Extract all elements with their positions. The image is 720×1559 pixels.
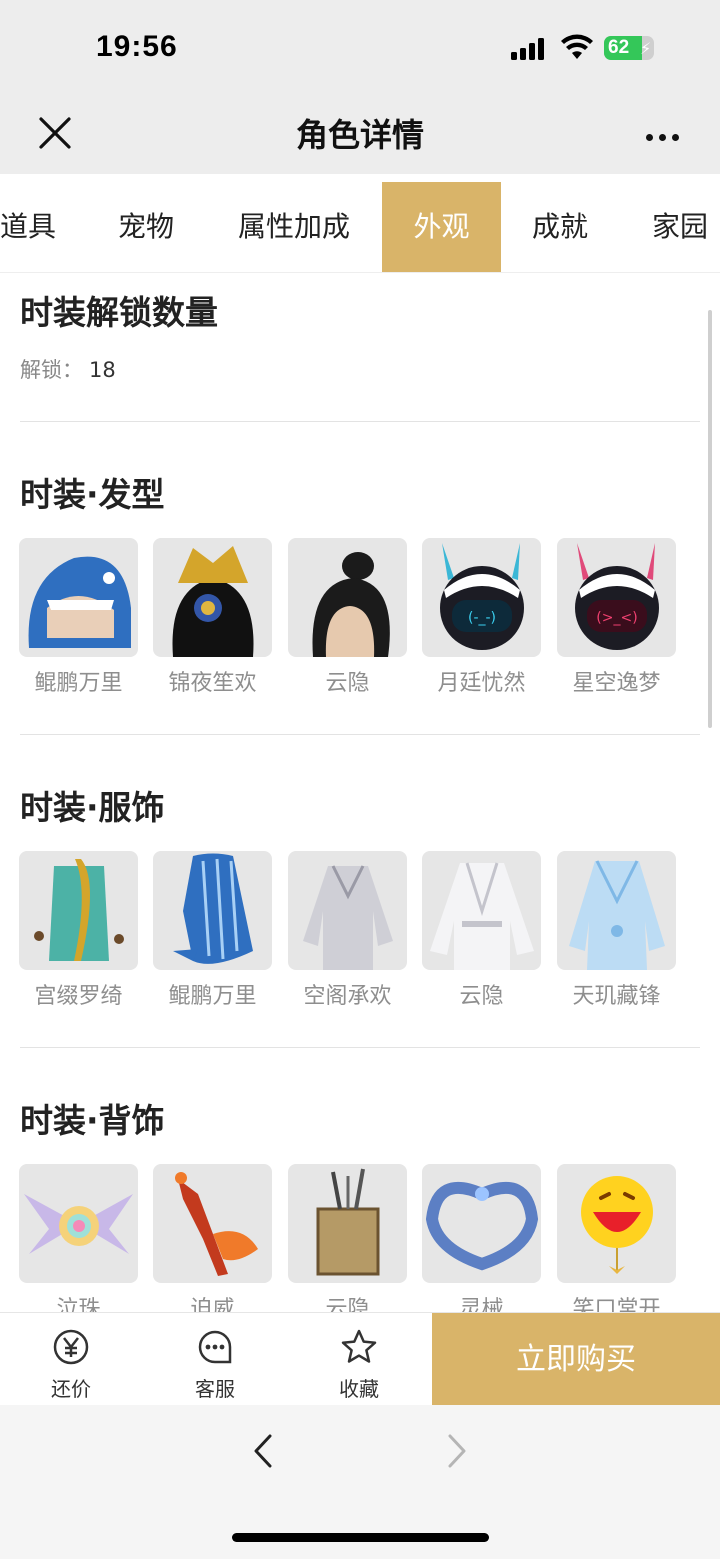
outfit-thumbnail (557, 851, 676, 970)
more-options-icon[interactable] (646, 126, 685, 145)
divider (20, 734, 700, 735)
tab-attribute-bonus[interactable]: 属性加成 (228, 182, 360, 272)
outfit-thumbnail (19, 851, 138, 970)
list-item[interactable]: 空阁承欢 (288, 851, 408, 1010)
list-item[interactable]: 灵械 (422, 1164, 542, 1312)
back-thumbnail (422, 1164, 541, 1283)
item-label: 空阁承欢 (303, 984, 392, 1009)
item-label: 云隐 (459, 984, 504, 1009)
hair-thumbnail: (-_-) (422, 538, 541, 657)
item-label: 天玑藏锋 (572, 984, 661, 1009)
status-time: 19:56 (96, 30, 178, 63)
item-label: 云隐 (325, 671, 370, 696)
item-label: 月廷忧然 (437, 671, 526, 696)
item-label: 锦夜笙欢 (168, 671, 257, 696)
bottom-action-bar: 还价 客服 收藏 立即购买 (0, 1312, 720, 1406)
unlock-label: 解锁： (20, 358, 83, 382)
back-thumbnail (19, 1164, 138, 1283)
divider (20, 421, 700, 422)
bargain-label: 还价 (51, 1377, 91, 1401)
tab-achievements[interactable]: 成就 (522, 182, 598, 272)
hair-thumbnail (153, 538, 272, 657)
list-item[interactable]: 宫缀罗绮 (19, 851, 139, 1010)
favorite-label: 收藏 (339, 1377, 379, 1401)
list-item[interactable]: 锦夜笙欢 (153, 538, 273, 697)
forward-arrow-icon[interactable] (444, 1433, 470, 1469)
item-label: 宫缀罗绮 (34, 984, 123, 1009)
back-thumbnail (288, 1164, 407, 1283)
list-item[interactable]: 云隐 (288, 538, 408, 697)
hair-section-title: 时装·发型 (20, 475, 165, 514)
back-section-title: 时装·背饰 (20, 1101, 165, 1140)
back-thumbnail (557, 1164, 676, 1283)
tab-appearance[interactable]: 外观 (382, 182, 501, 272)
tab-pets[interactable]: 宠物 (108, 182, 184, 272)
list-item[interactable]: 笑口常开 (557, 1164, 677, 1312)
bargain-button[interactable]: 还价 (16, 1313, 126, 1406)
browser-navigation (0, 1405, 720, 1559)
list-item[interactable]: 鲲鹏万里 (19, 538, 139, 697)
battery-icon: 62 ⚡ (604, 36, 654, 60)
list-item[interactable]: (>_<) 星空逸梦 (557, 538, 677, 697)
hair-thumbnail: (>_<) (557, 538, 676, 657)
chat-icon (198, 1330, 232, 1364)
tab-items[interactable]: 道具 (0, 182, 58, 272)
favorite-button[interactable]: 收藏 (304, 1313, 414, 1406)
star-icon (341, 1329, 377, 1363)
category-tabs: 道具 宠物 属性加成 外观 成就 家园 (0, 182, 720, 273)
list-item[interactable]: (-_-) 月廷忧然 (422, 538, 542, 697)
wifi-icon (561, 34, 593, 59)
outfit-section-title: 时装·服饰 (20, 788, 165, 827)
item-label: 泣珠 (56, 1297, 101, 1312)
appearance-content[interactable]: 时装解锁数量 解锁： 18 时装·发型 鲲鹏万里 锦夜笙欢 云隐 (-_-) 月… (0, 272, 720, 1312)
hair-thumbnail (19, 538, 138, 657)
hair-thumbnail (288, 538, 407, 657)
list-item[interactable]: 鲲鹏万里 (153, 851, 273, 1010)
item-label: 灵械 (459, 1297, 504, 1312)
outfit-thumbnail (422, 851, 541, 970)
status-bar: 19:56 62 ⚡ (0, 0, 720, 96)
svg-text:(>_<): (>_<) (596, 610, 637, 626)
navigation-bar: 角色详情 (0, 96, 720, 174)
item-label: 星空逸梦 (572, 671, 661, 696)
battery-level: 62 (608, 37, 630, 58)
svg-text:(-_-): (-_-) (468, 610, 496, 626)
list-item[interactable]: 泣珠 (19, 1164, 139, 1312)
scrollbar[interactable] (708, 310, 712, 728)
back-thumbnail (153, 1164, 272, 1283)
unlock-count: 解锁： 18 (20, 354, 116, 384)
list-item[interactable]: 云隐 (422, 851, 542, 1010)
outfit-thumbnail (288, 851, 407, 970)
list-item[interactable]: 天玑藏锋 (557, 851, 677, 1010)
home-indicator[interactable] (232, 1533, 489, 1542)
buy-now-button[interactable]: 立即购买 (432, 1313, 720, 1406)
cellular-signal-icon (511, 38, 544, 60)
unlock-section-title: 时装解锁数量 (20, 293, 218, 332)
tab-home[interactable]: 家园 (642, 182, 720, 272)
back-arrow-icon[interactable] (250, 1433, 276, 1469)
list-item[interactable]: 云隐 (288, 1164, 408, 1312)
divider (20, 1047, 700, 1048)
yuan-icon (53, 1329, 89, 1365)
item-label: 鲲鹏万里 (34, 671, 123, 696)
service-label: 客服 (195, 1377, 235, 1401)
item-label: 云隐 (325, 1297, 370, 1312)
item-label: 迫威 (190, 1297, 235, 1312)
item-label: 鲲鹏万里 (168, 984, 257, 1009)
unlock-value: 18 (89, 358, 116, 382)
customer-service-button[interactable]: 客服 (160, 1313, 270, 1406)
item-label: 笑口常开 (572, 1297, 661, 1312)
outfit-thumbnail (153, 851, 272, 970)
list-item[interactable]: 迫威 (153, 1164, 273, 1312)
page-title: 角色详情 (295, 116, 424, 154)
